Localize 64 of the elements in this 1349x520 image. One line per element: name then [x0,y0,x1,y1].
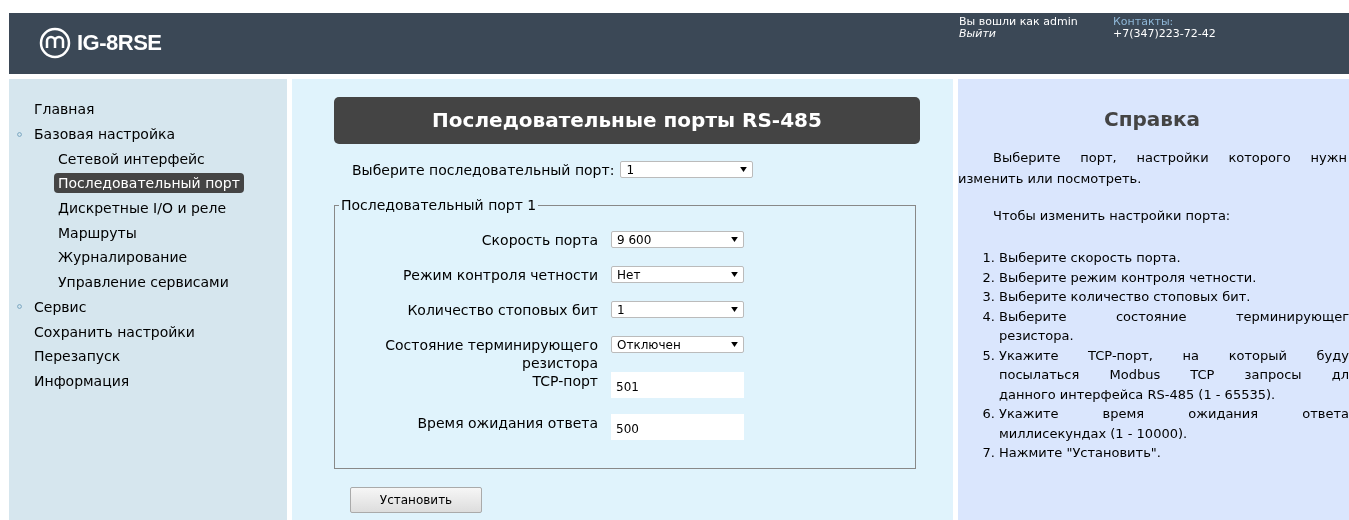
caret-icon [731,342,738,347]
caret-icon [731,272,738,277]
field-label: Количество стоповых бит [406,301,598,319]
help-text: посылаться Modbus TCP запросы дл [999,366,1349,384]
nav-link[interactable]: Последовательный порт [54,173,244,194]
dropdown[interactable]: 9 600 [611,231,744,248]
nav-link[interactable]: Дискретные I/O и реле [54,198,231,219]
help-text: Укажите время ожидания ответа [999,405,1349,423]
help-text: Выберите скорость порта. [999,249,1182,267]
port-dropdown[interactable]: 1 [620,161,754,178]
field-label: TCP-порт [531,372,598,390]
nav-link[interactable]: Главная [30,99,99,120]
help-text: Укажите TCP-порт, на который буду [999,346,1349,365]
help-title: Справка [1102,107,1201,131]
help-text: резистора. [999,327,1075,345]
nav-link[interactable]: Управление сервисами [54,272,233,293]
field-label: Время ожидания ответа [416,414,598,432]
login-status: Вы вошли как admin [959,16,1079,28]
dropdown[interactable]: Отключен [611,336,744,353]
step-number: 4. [981,307,996,326]
step-number: 1. [981,249,996,267]
nav-link[interactable]: Информация [30,370,134,391]
bullet-icon [17,304,22,310]
help-text: Выберите состояние терминирующег [999,307,1349,326]
step-number: 3. [981,288,996,306]
bullet-icon [17,131,22,137]
help-text: Чтобы изменить настройки порта: [992,207,1232,225]
submit-button[interactable]: Установить [350,487,482,513]
help-text: данного интерфейса RS-485 (1 - 65535). [999,385,1277,404]
page-title: Последовательные порты RS-485 [334,97,920,144]
logo-icon [39,27,71,59]
phone-number: +7(347)223-72-42 [1113,28,1216,40]
field-label: Состояние терминирующего резистора [384,336,598,372]
step-number: 5. [981,346,996,365]
caret-icon [740,167,748,172]
nav-link[interactable]: Перезапуск [30,346,125,367]
nav-link[interactable]: Журналирование [54,247,192,268]
input-field[interactable]: 501 [611,372,744,398]
step-number: 6. [981,405,996,423]
help-text: изменить или посмотреть. [958,170,1143,188]
dropdown[interactable]: Нет [611,266,744,283]
field-label: Скорость порта [480,231,598,249]
help-text: миллисекундах (1 - 10000). [999,424,1189,443]
field-label: Выберите последовательный порт: [352,161,615,178]
help-text: Выберите режим контроля четности. [999,268,1258,287]
help-text: Выберите количество стоповых бит. [999,288,1252,306]
dropdown[interactable]: 1 [611,301,744,318]
logout-link[interactable]: Выйти [959,28,1113,40]
step-number: 7. [981,444,996,462]
group-legend: Последовательный порт 1 [339,197,539,213]
caret-icon [731,237,738,242]
nav-link[interactable]: Сохранить настройки [30,321,199,342]
nav-link[interactable]: Сервис [30,296,91,317]
input-field[interactable]: 500 [611,414,744,440]
contacts-label: Контакты: [1113,16,1175,28]
field-label: Режим контроля четности [401,266,598,284]
nav-link[interactable]: Маршруты [54,222,141,243]
nav-link[interactable]: Базовая настройка [30,124,180,145]
help-text: Нажмите "Установить". [999,444,1162,462]
caret-icon [731,307,738,312]
product-name: IG-8RSE [77,30,162,56]
help-text: Выберите порт, настройки которого нужн [992,149,1347,167]
nav-link[interactable]: Сетевой интерфейс [54,148,209,169]
step-number: 2. [981,268,996,287]
